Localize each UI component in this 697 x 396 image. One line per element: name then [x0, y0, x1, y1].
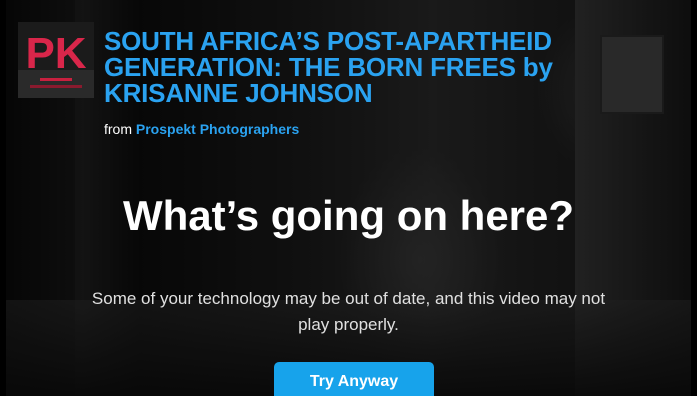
video-title[interactable]: SOUTH AFRICA’S POST-APARTHEID GENERATION… [104, 28, 664, 106]
logo-text: PK [25, 29, 86, 78]
notice-heading: What’s going on here? [122, 192, 575, 239]
prospekt-logo-icon: PK [18, 22, 94, 98]
channel-link[interactable]: Prospekt Photographers [136, 121, 299, 137]
byline-prefix: from [104, 121, 132, 137]
try-anyway-button[interactable]: Try Anyway [274, 362, 434, 396]
notice-message: Some of your technology may be out of da… [91, 289, 606, 334]
video-player[interactable]: PK SOUTH AFRICA’S POST-APARTHEID GENERAT… [0, 0, 697, 396]
channel-portrait[interactable]: PK [18, 22, 94, 98]
byline: from Prospekt Photographers [104, 121, 299, 137]
